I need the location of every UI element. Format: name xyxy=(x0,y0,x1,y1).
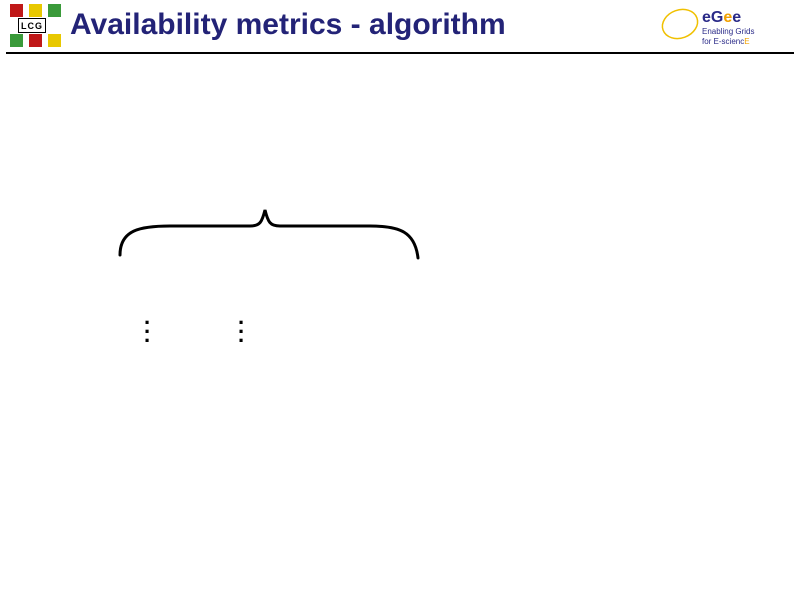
egee-tagline1: Enabling Grids xyxy=(702,27,754,36)
slide-title: Availability metrics - algorithm xyxy=(70,8,658,42)
egee-brand-text: eGee xyxy=(702,9,741,26)
horizontal-brace-icon xyxy=(110,200,440,290)
vertical-ellipsis-icon: ... xyxy=(238,312,244,339)
lcg-logo: LCG xyxy=(6,4,56,48)
egee-tagline2: for E-sciencE xyxy=(702,37,750,46)
diagram-area: ... ... xyxy=(110,200,470,460)
header-divider xyxy=(6,52,794,54)
slide-header: LCG Availability metrics - algorithm eGe… xyxy=(0,0,800,54)
egee-logo: eGee Enabling Grids for E-sciencE xyxy=(658,4,788,48)
lcg-logo-text: LCG xyxy=(18,18,46,33)
vertical-ellipsis-icon: ... xyxy=(144,312,150,339)
